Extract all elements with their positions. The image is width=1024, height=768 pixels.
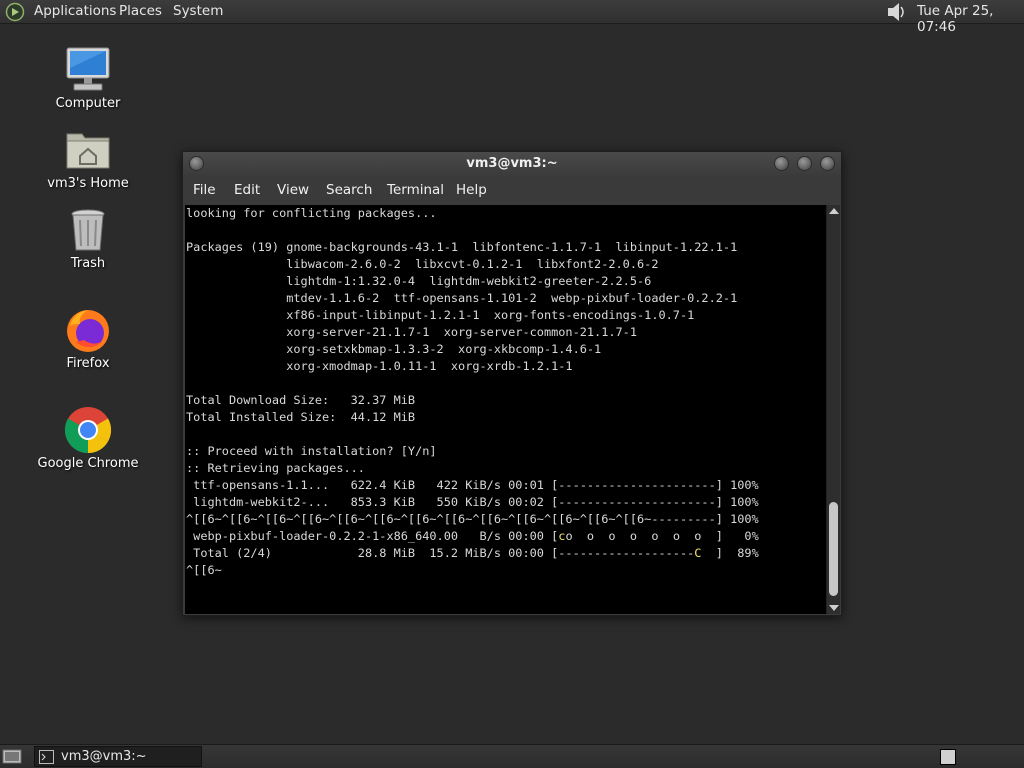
clock[interactable]: Tue Apr 25, 07:46 xyxy=(917,3,1024,35)
window-title: vm3@vm3:~ xyxy=(466,156,558,171)
places-menu[interactable]: Places xyxy=(119,3,162,19)
firefox-icon xyxy=(67,310,109,352)
terminal-line: xf86-input-libinput-1.2.1-1 xorg-fonts-e… xyxy=(186,308,695,322)
terminal-scrollbar[interactable] xyxy=(826,205,840,614)
terminal-output[interactable]: looking for conflicting packages... Pack… xyxy=(185,205,826,614)
maximize-button[interactable] xyxy=(797,156,812,171)
terminal-line: libwacom-2.6.0-2 libxcvt-0.1.2-1 libxfon… xyxy=(186,257,659,271)
workspace-switcher[interactable] xyxy=(940,749,956,765)
terminal-icon xyxy=(39,750,54,764)
desktop-icon-label: Computer xyxy=(55,96,121,111)
desktop-icon-label: vm3's Home xyxy=(47,176,129,191)
close-button[interactable] xyxy=(820,156,835,171)
terminal-line: webp-pixbuf-loader-0.2.2-1-x86_640.00 B/… xyxy=(186,529,759,543)
terminal-line: looking for conflicting packages... xyxy=(186,206,437,220)
computer-icon xyxy=(66,47,110,91)
terminal-menubar: File Edit View Search Terminal Help xyxy=(183,176,841,205)
menu-file[interactable]: File xyxy=(193,182,216,198)
scroll-up-arrow-icon[interactable] xyxy=(829,208,839,214)
desktop-icon-label: Trash xyxy=(70,256,106,271)
minimize-button[interactable] xyxy=(774,156,789,171)
terminal-line: ttf-opensans-1.1... 622.4 KiB 422 KiB/s … xyxy=(186,478,759,492)
menu-help[interactable]: Help xyxy=(456,182,487,198)
menu-search[interactable]: Search xyxy=(326,182,372,198)
terminal-line: :: Proceed with installation? [Y/n] xyxy=(186,444,437,458)
top-panel: Applications Places System Tue Apr 25, 0… xyxy=(0,0,1024,35)
terminal-line: Total Installed Size: 44.12 MiB xyxy=(186,410,416,424)
terminal-line: xorg-server-21.1.7-1 xorg-server-common-… xyxy=(186,325,638,339)
terminal-line: lightdm-1:1.32.0-4 lightdm-webkit2-greet… xyxy=(186,274,652,288)
terminal-line: xorg-xmodmap-1.0.11-1 xorg-xrdb-1.2.1-1 xyxy=(186,359,573,373)
terminal-line: Packages (19) gnome-backgrounds-43.1-1 l… xyxy=(186,240,738,254)
menu-logo-icon[interactable] xyxy=(5,2,25,22)
taskbar-item-label: vm3@vm3:~ xyxy=(61,749,147,764)
terminal-text: looking for conflicting packages... Pack… xyxy=(185,205,826,579)
menu-terminal[interactable]: Terminal xyxy=(387,182,444,198)
menu-edit[interactable]: Edit xyxy=(234,182,260,198)
applications-menu[interactable]: Applications xyxy=(34,3,116,19)
terminal-line: lightdm-webkit2-... 853.3 KiB 550 KiB/s … xyxy=(186,495,759,509)
terminal-line: Total Download Size: 32.37 MiB xyxy=(186,393,416,407)
desktop-icon-label: Firefox xyxy=(66,356,110,371)
terminal-line: Total (2/4) 28.8 MiB 15.2 MiB/s 00:00 [-… xyxy=(186,546,759,560)
home-folder-icon xyxy=(66,133,110,169)
chrome-icon xyxy=(64,407,112,454)
desktop-icon-label: Google Chrome xyxy=(37,456,139,471)
terminal-line: mtdev-1.1.6-2 ttf-opensans-1.101-2 webp-… xyxy=(186,291,738,305)
taskbar-item-terminal[interactable]: vm3@vm3:~ xyxy=(34,746,202,767)
window-titlebar[interactable]: vm3@vm3:~ xyxy=(183,152,841,176)
bottom-panel: vm3@vm3:~ xyxy=(0,744,1024,768)
scroll-down-arrow-icon[interactable] xyxy=(829,605,839,611)
terminal-line: xorg-setxkbmap-1.3.3-2 xorg-xkbcomp-1.4.… xyxy=(186,342,602,356)
show-desktop-icon[interactable] xyxy=(2,748,22,765)
terminal-line: :: Retrieving packages... xyxy=(186,461,365,475)
terminal-window: vm3@vm3:~ File Edit View Search Terminal… xyxy=(182,151,842,616)
volume-icon[interactable] xyxy=(884,1,908,23)
terminal-line: ^[[6~^[[6~^[[6~^[[6~^[[6~^[[6~^[[6~^[[6~… xyxy=(186,512,759,526)
system-menu[interactable]: System xyxy=(173,3,223,19)
terminal-line: ^[[6~ xyxy=(186,563,222,577)
scrollbar-thumb[interactable] xyxy=(829,502,838,596)
menu-view[interactable]: View xyxy=(277,182,309,198)
trash-icon xyxy=(71,209,105,251)
